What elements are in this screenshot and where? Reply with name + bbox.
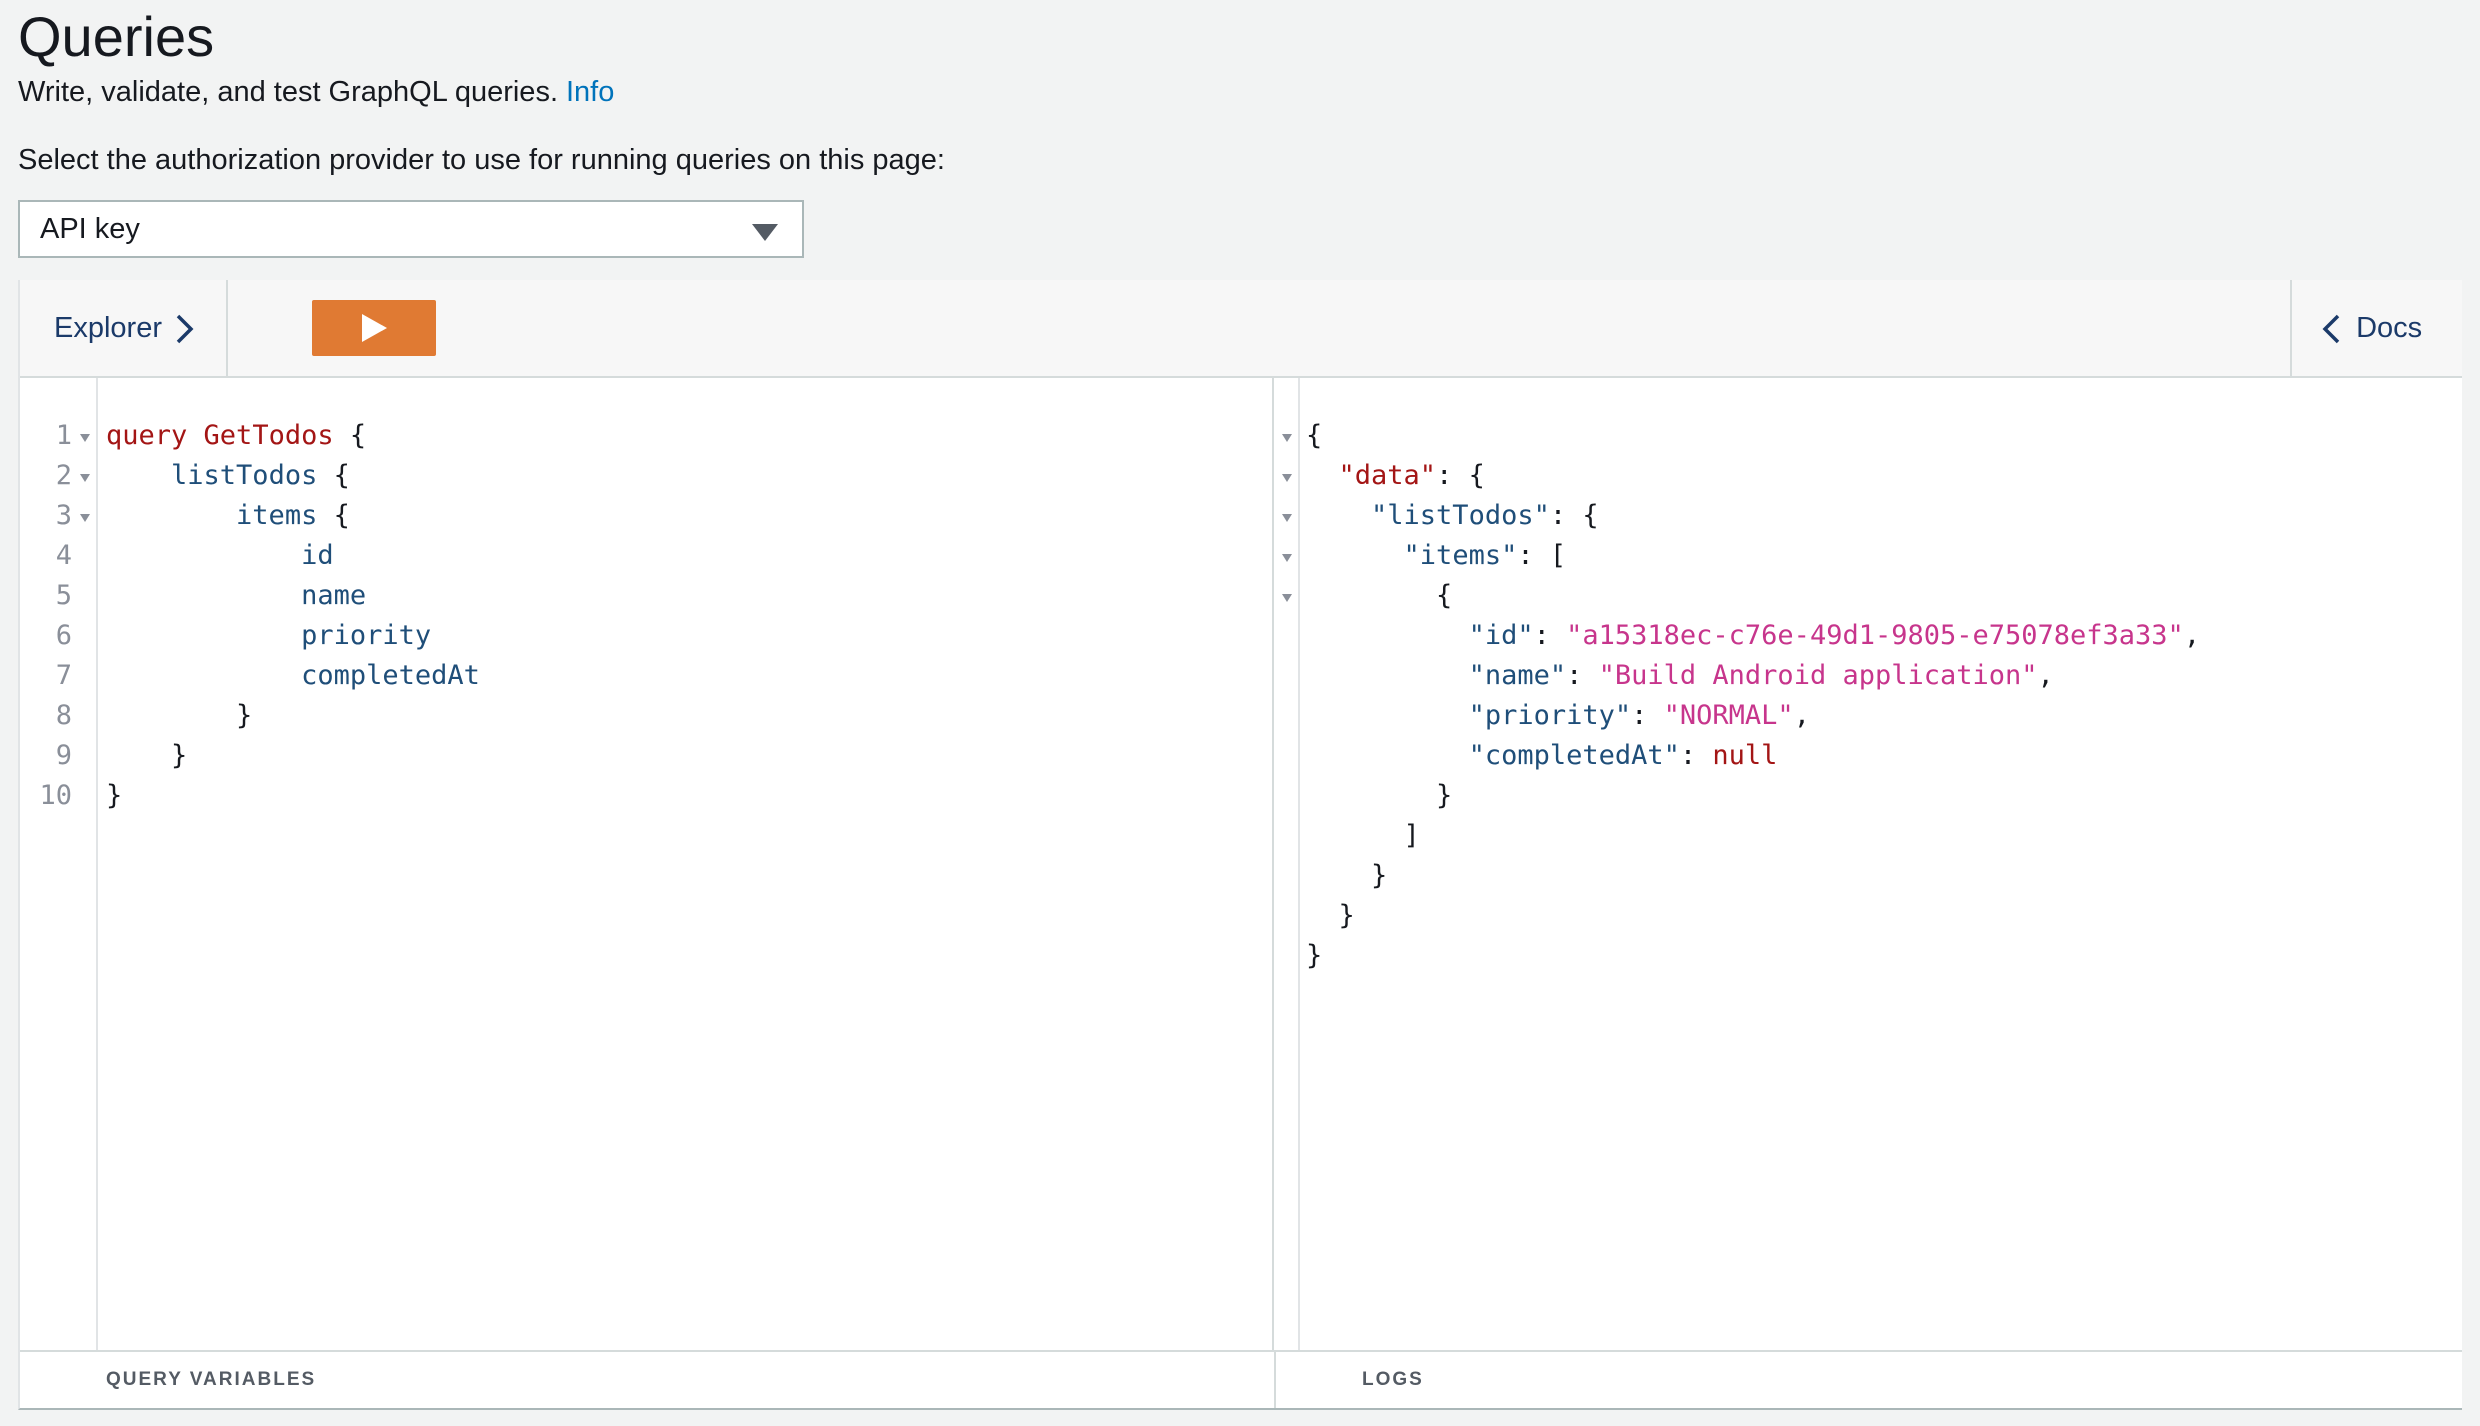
editor-toolbar: Explorer Docs xyxy=(20,280,2462,378)
code-line: listTodos { xyxy=(171,460,350,491)
code-line: completedAt xyxy=(106,656,480,696)
line-number: 10 xyxy=(39,780,72,811)
query-variables-tab[interactable]: QUERY VARIABLES xyxy=(106,1352,316,1408)
info-link[interactable]: Info xyxy=(566,76,614,108)
json-key-data: "data" xyxy=(1338,460,1437,491)
logs-tab[interactable]: LOGS xyxy=(1362,1352,1424,1408)
line-number: 5 xyxy=(55,580,72,611)
result-line: } xyxy=(1306,780,1453,811)
line-number: 4 xyxy=(55,540,72,571)
code-line: priority xyxy=(106,616,431,656)
auth-provider-selected-value: API key xyxy=(40,213,140,245)
fold-arrow-icon[interactable] xyxy=(80,434,90,442)
code-line: } xyxy=(106,780,123,811)
fold-arrow-icon[interactable] xyxy=(1282,474,1292,482)
editor-footer: QUERY VARIABLES LOGS xyxy=(20,1350,2462,1408)
line-number-gutter: 1 2 3 4 5 6 7 8 9 10 xyxy=(20,378,98,1350)
line-number: 8 xyxy=(55,700,72,731)
result-line: "id": "a15318ec-c76e-49d1-9805-e75078ef3… xyxy=(1468,620,2201,651)
fold-arrow-icon[interactable] xyxy=(80,514,90,522)
json-key-name: "name" xyxy=(1468,660,1567,691)
query-field: completedAt xyxy=(301,660,480,691)
chevron-left-icon xyxy=(2322,315,2340,344)
result-line: "completedAt": null xyxy=(1468,740,1778,771)
code-line: } xyxy=(236,700,253,731)
explorer-button[interactable]: Explorer xyxy=(20,280,228,376)
operation-name: GetTodos xyxy=(203,420,334,451)
fold-arrow-icon[interactable] xyxy=(1282,514,1292,522)
chevron-right-icon xyxy=(176,315,194,344)
fold-arrow-icon[interactable] xyxy=(1282,434,1292,442)
json-key-listtodos: "listTodos" xyxy=(1371,500,1550,531)
json-value-id: "a15318ec-c76e-49d1-9805-e75078ef3a33" xyxy=(1566,620,2184,651)
query-field: name xyxy=(301,580,367,611)
json-key-priority: "priority" xyxy=(1468,700,1632,731)
json-key-items: "items" xyxy=(1403,540,1518,571)
json-key-completedat: "completedAt" xyxy=(1468,740,1680,771)
graphiql-editor: Explorer Docs 1 2 3 4 5 6 7 8 9 10 query… xyxy=(18,280,2462,1410)
docs-button[interactable]: Docs xyxy=(2290,280,2462,376)
code-line: name xyxy=(106,576,366,616)
result-line: "data": { xyxy=(1338,460,1485,491)
auth-provider-select[interactable]: API key xyxy=(18,200,804,258)
result-line: } xyxy=(1306,860,1388,891)
items-field: items xyxy=(236,500,318,531)
footer-divider xyxy=(1274,1352,1276,1408)
code-line: query GetTodos { xyxy=(106,420,367,451)
code-line: } xyxy=(171,740,188,771)
line-number: 7 xyxy=(55,660,72,691)
result-line: } xyxy=(1306,940,1323,971)
play-icon xyxy=(362,314,387,342)
result-viewer-pane: { "data": { "listTodos": { "items": [ { … xyxy=(1274,378,2462,1350)
result-line: { xyxy=(1306,420,1323,451)
query-field: id xyxy=(301,540,334,571)
line-number: 9 xyxy=(55,740,72,771)
json-value-priority: "NORMAL" xyxy=(1663,700,1794,731)
result-line: "priority": "NORMAL", xyxy=(1468,700,1810,731)
query-keyword: query xyxy=(106,420,188,451)
run-query-button[interactable] xyxy=(312,300,436,356)
json-key-id: "id" xyxy=(1468,620,1534,651)
auth-provider-label: Select the authorization provider to use… xyxy=(18,144,945,176)
code-line: items { xyxy=(236,500,350,531)
line-number: 1 xyxy=(55,420,72,451)
line-number: 3 xyxy=(55,500,72,531)
line-number: 2 xyxy=(55,460,72,491)
json-value-name: "Build Android application" xyxy=(1598,660,2038,691)
json-value-completedat: null xyxy=(1712,740,1778,771)
result-line: "listTodos": { xyxy=(1371,500,1599,531)
fold-arrow-icon[interactable] xyxy=(80,474,90,482)
fold-arrow-icon[interactable] xyxy=(1282,554,1292,562)
caret-down-icon xyxy=(752,224,778,241)
explorer-button-label: Explorer xyxy=(54,312,162,344)
result-line: "items": [ xyxy=(1403,540,1567,571)
result-line: { xyxy=(1306,580,1453,611)
code-line: id xyxy=(106,536,334,576)
result-line: } xyxy=(1306,900,1355,931)
query-field: priority xyxy=(301,620,432,651)
result-fold-gutter xyxy=(1274,378,1300,1350)
result-line: ] xyxy=(1306,820,1420,851)
result-line: "name": "Build Android application", xyxy=(1468,660,2054,691)
docs-button-label: Docs xyxy=(2356,312,2423,344)
fold-arrow-icon[interactable] xyxy=(1282,594,1292,602)
page-title: Queries xyxy=(18,5,215,68)
query-editor-pane[interactable]: 1 2 3 4 5 6 7 8 9 10 query GetTodos { li… xyxy=(20,378,1274,1350)
page-description: Write, validate, and test GraphQL querie… xyxy=(18,72,614,112)
page-description-text: Write, validate, and test GraphQL querie… xyxy=(18,76,558,108)
root-field: listTodos xyxy=(171,460,318,491)
line-number: 6 xyxy=(55,620,72,651)
